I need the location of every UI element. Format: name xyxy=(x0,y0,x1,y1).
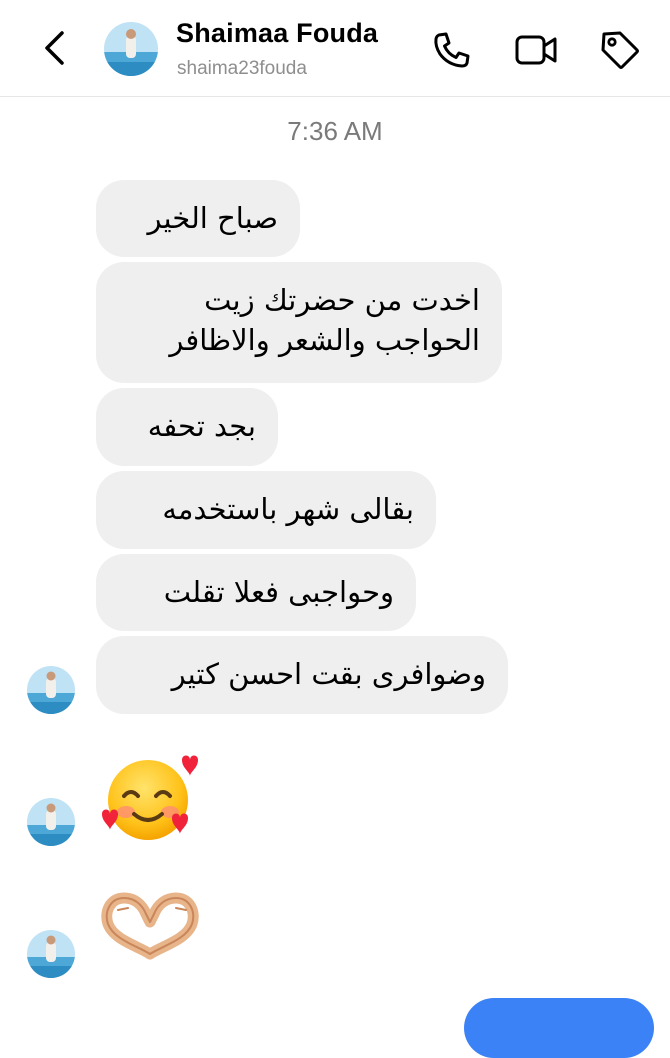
avatar[interactable] xyxy=(104,22,158,76)
chat-header: Shaimaa Fouda shaima23fouda xyxy=(0,0,670,97)
video-camera-icon[interactable] xyxy=(514,28,558,72)
heart-hands-emoji[interactable] xyxy=(98,888,202,968)
message-bubble[interactable]: بجد تحفه xyxy=(96,388,278,466)
phone-icon[interactable] xyxy=(430,28,474,72)
message-timestamp: 7:36 AM xyxy=(287,116,383,146)
smiling-face-with-hearts-emoji[interactable] xyxy=(98,748,202,848)
tag-icon[interactable] xyxy=(598,28,642,72)
sender-avatar[interactable] xyxy=(27,798,75,846)
message-bubble[interactable]: بقالى شهر باستخدمه xyxy=(96,471,436,549)
contact-name[interactable]: Shaimaa Fouda xyxy=(176,18,378,49)
message-bubble[interactable]: وحواجبى فعلا تقلت xyxy=(96,554,416,631)
message-bubble[interactable]: صباح الخير xyxy=(96,180,300,257)
sender-avatar[interactable] xyxy=(27,666,75,714)
back-arrow-icon[interactable] xyxy=(36,28,76,68)
outgoing-message-bubble[interactable] xyxy=(464,998,654,1058)
sender-avatar[interactable] xyxy=(27,930,75,978)
message-bubble[interactable]: وضوافرى بقت احسن كتير xyxy=(96,636,508,714)
contact-username: shaima23fouda xyxy=(177,58,307,79)
message-bubble[interactable]: اخدت من حضرتك زيت الحواجب والشعر والاظاف… xyxy=(96,262,502,383)
